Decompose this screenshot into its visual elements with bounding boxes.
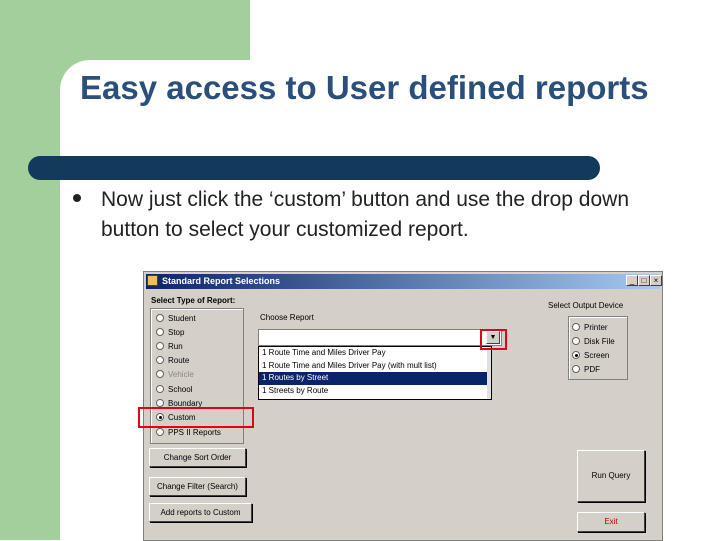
- dropdown-item[interactable]: 1 Route Time and Miles Driver Pay (with …: [259, 360, 491, 373]
- run-query-button[interactable]: Run Query: [577, 450, 645, 502]
- dropdown-item[interactable]: 1 Route Time and Miles Driver Pay: [259, 347, 491, 360]
- add-reports-to-custom-button[interactable]: Add reports to Custom: [149, 503, 252, 522]
- close-button[interactable]: ×: [650, 275, 662, 286]
- radio-route[interactable]: Route: [156, 354, 189, 366]
- dropdown-item-selected[interactable]: 1 Routes by Street: [259, 372, 491, 385]
- app-icon: [147, 275, 158, 286]
- radio-vehicle: Vehicle: [156, 368, 194, 380]
- report-type-label: Select Type of Report:: [151, 296, 236, 305]
- radio-circle-icon: [156, 428, 164, 436]
- bullet-text: Now just click the ‘custom’ button and u…: [101, 188, 630, 241]
- slide-title: Easy access to User defined reports: [80, 69, 649, 106]
- radio-circle-icon: [156, 399, 164, 407]
- report-dropdown-list: 1 Route Time and Miles Driver Pay 1 Rout…: [258, 346, 492, 400]
- bullet-dot-icon: [73, 194, 81, 202]
- output-device-label: Select Output Device: [548, 301, 624, 310]
- radio-school[interactable]: School: [156, 383, 192, 395]
- radio-selected-icon: [572, 351, 580, 359]
- radio-circle-icon: [156, 356, 164, 364]
- choose-report-label: Choose Report: [260, 313, 314, 322]
- radio-printer[interactable]: Printer: [572, 321, 608, 333]
- dialog-titlebar[interactable]: Standard Report Selections: [146, 274, 660, 289]
- radio-circle-icon: [156, 328, 164, 336]
- change-sort-order-button[interactable]: Change Sort Order: [149, 448, 246, 467]
- radio-pdf[interactable]: PDF: [572, 363, 600, 375]
- radio-stop[interactable]: Stop: [156, 326, 184, 338]
- radio-circle-icon: [156, 370, 164, 378]
- radio-circle-icon: [156, 385, 164, 393]
- radio-screen[interactable]: Screen: [572, 349, 609, 361]
- dropdown-scrollbar[interactable]: [487, 347, 491, 399]
- radio-disk-file[interactable]: Disk File: [572, 335, 615, 347]
- minimize-button[interactable]: _: [626, 275, 638, 286]
- radio-circle-icon: [572, 323, 580, 331]
- exit-button[interactable]: Exit: [577, 512, 645, 532]
- radio-run[interactable]: Run: [156, 340, 183, 352]
- change-filter-button[interactable]: Change Filter (Search): [149, 477, 246, 496]
- choose-report-combo[interactable]: ▼: [258, 329, 502, 346]
- radio-circle-icon: [156, 342, 164, 350]
- radio-circle-icon: [572, 337, 580, 345]
- dropdown-item[interactable]: 1 Streets by Route: [259, 385, 491, 398]
- maximize-button[interactable]: □: [638, 275, 650, 286]
- radio-student[interactable]: Student: [156, 312, 196, 324]
- radio-circle-icon: [156, 314, 164, 322]
- radio-circle-icon: [572, 365, 580, 373]
- custom-highlight-box: [138, 407, 254, 428]
- title-underline-bar: [28, 156, 600, 180]
- dropdown-highlight-box: [480, 329, 507, 350]
- dialog-title: Standard Report Selections: [162, 276, 281, 286]
